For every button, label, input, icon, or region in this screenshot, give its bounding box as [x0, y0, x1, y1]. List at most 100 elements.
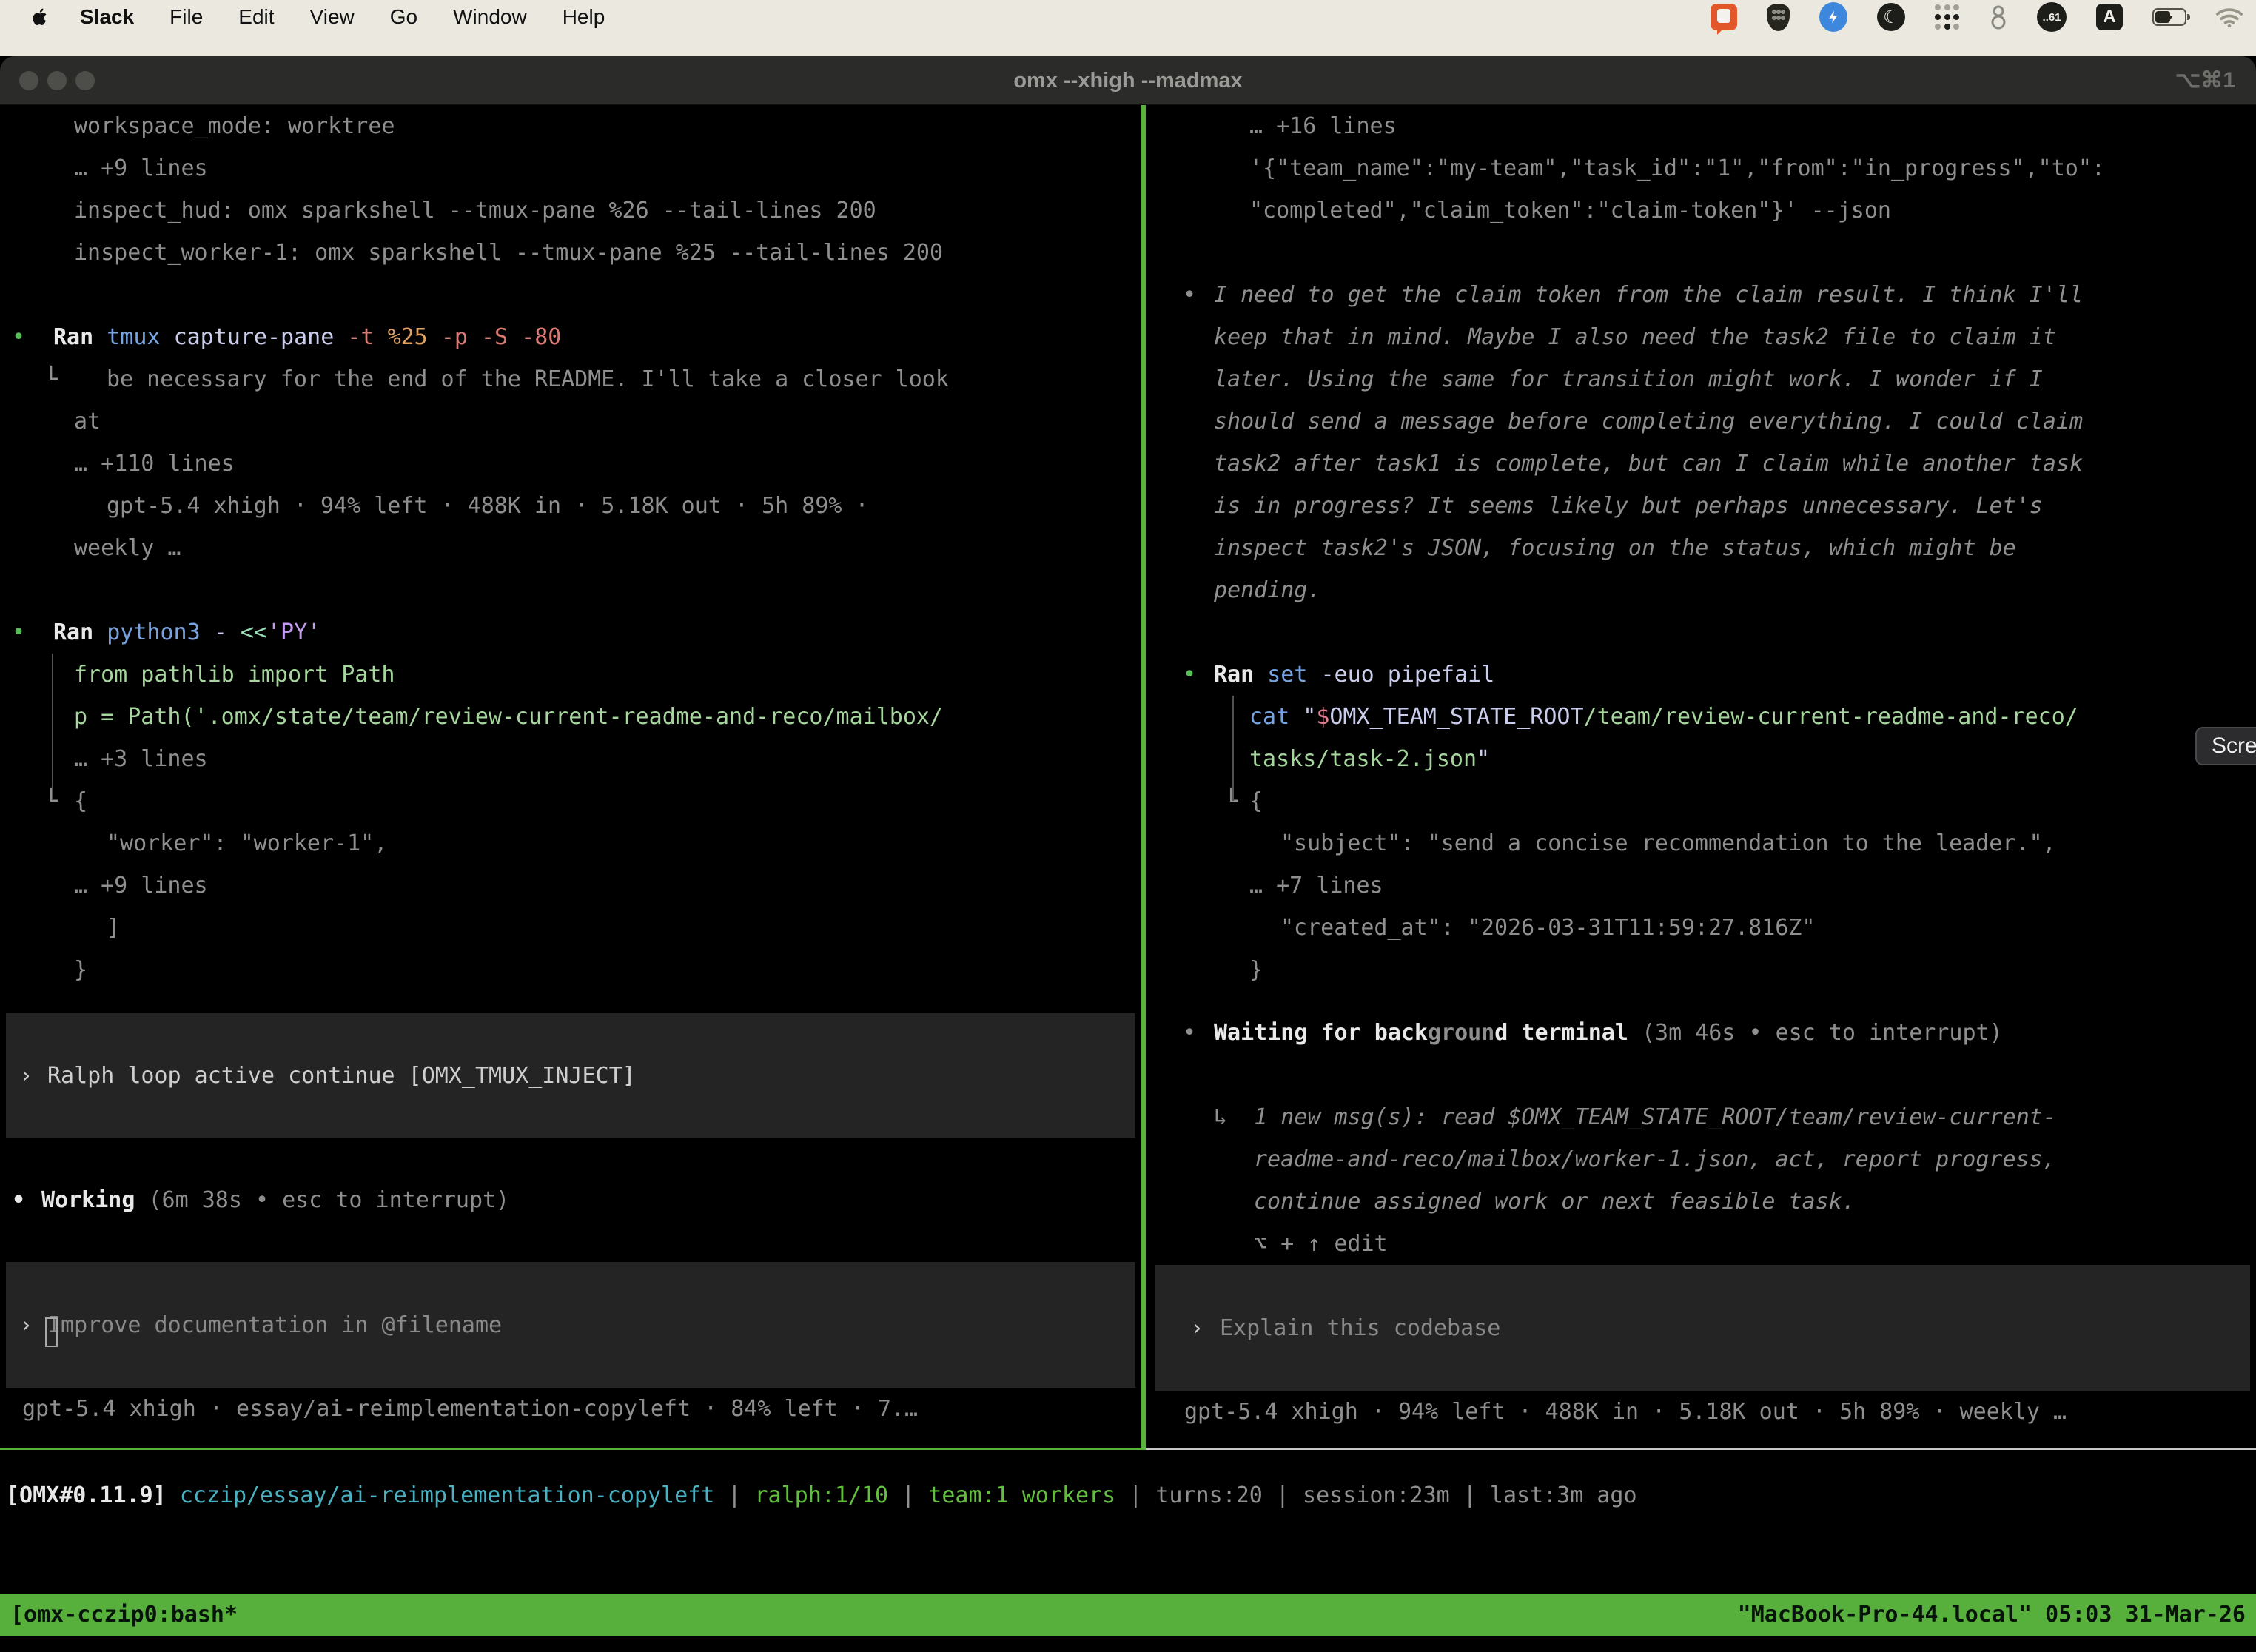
bullet-marker: •	[1183, 654, 1196, 696]
terminal-line: "completed","claim_token":"claim-token"}…	[1149, 189, 2256, 232]
output-connector-line-left	[52, 654, 53, 800]
prompt-input-right[interactable]: ›Explain this codebase	[1155, 1265, 2250, 1391]
terminal-line: "worker": "worker-1",	[0, 822, 1141, 864]
terminal-line: readme-and-reco/mailbox/worker-1.json, a…	[1149, 1138, 2256, 1181]
ralph-loop-banner: ›Ralph loop active continue [OMX_TMUX_IN…	[6, 1013, 1135, 1138]
screenshot-overlay-button[interactable]: Scre	[2195, 727, 2256, 765]
terminal-line: should send a message before completing …	[1149, 400, 2256, 443]
corner-marker: └	[44, 358, 58, 400]
battery-icon[interactable]	[2152, 8, 2186, 26]
terminal-line: └{	[0, 780, 1141, 822]
menu-app-name[interactable]: Slack	[80, 5, 134, 29]
input-placeholder: Explain this codebase	[1220, 1315, 1500, 1341]
terminal-line: … +3 lines	[0, 738, 1141, 780]
terminal-line: from pathlib import Path	[0, 654, 1141, 696]
window-title-bar[interactable]: omx --xhigh --madmax ⌥⌘1	[0, 56, 2256, 105]
menu-item-go[interactable]: Go	[390, 5, 417, 29]
terminal-line: •Waiting for background terminal (3m 46s…	[1149, 1012, 2256, 1054]
blank-line	[0, 569, 1141, 611]
terminal-line: p = Path('.omx/state/team/review-current…	[0, 696, 1141, 738]
terminal-line: "created_at": "2026-03-31T11:59:27.816Z"	[1149, 907, 2256, 949]
wifi-icon[interactable]	[2216, 7, 2243, 27]
pane-divider[interactable]	[1141, 105, 1146, 1450]
terminal-line: gpt-5.4 xhigh · essay/ai-reimplementatio…	[0, 1388, 1141, 1430]
pane-bottom-border-left	[0, 1448, 1141, 1450]
output-connector-line-right	[1232, 696, 1234, 801]
loop-icon[interactable]	[1990, 4, 2007, 30]
input-placeholder: Improve documentation in @filename	[47, 1312, 502, 1338]
terminal-line: workspace_mode: worktree	[0, 105, 1141, 147]
menu-item-view[interactable]: View	[310, 5, 355, 29]
terminal-line: … +110 lines	[0, 443, 1141, 485]
bullet-marker: •	[12, 316, 25, 358]
left-terminal-pane: workspace_mode: worktree… +9 linesinspec…	[0, 105, 1141, 1430]
terminal-line: └be necessary for the end of the README.…	[0, 358, 1141, 400]
terminal-line: … +9 lines	[0, 147, 1141, 189]
terminal-line: •I need to get the claim token from the …	[1149, 274, 2256, 316]
shield-icon[interactable]	[1767, 4, 1790, 31]
terminal-line: later. Using the same for transition mig…	[1149, 358, 2256, 400]
terminal-line: weekly …	[0, 527, 1141, 569]
terminal-line: task2 after task1 is complete, but can I…	[1149, 443, 2256, 485]
terminal-window: omx --xhigh --madmax ⌥⌘1 workspace_mode:…	[0, 56, 2256, 1652]
blank-line	[1149, 1054, 2256, 1096]
window-title: omx --xhigh --madmax	[0, 56, 2256, 105]
tmux-session-label: [omx-cczip0:bash*	[10, 1602, 238, 1628]
menu-item-help[interactable]: Help	[563, 5, 605, 29]
blank-line	[0, 274, 1141, 316]
prompt-input-left[interactable]: ›Improve documentation in @filename	[6, 1262, 1135, 1388]
terminal-line: inspect_hud: omx sparkshell --tmux-pane …	[0, 189, 1141, 232]
terminal-line: '{"team_name":"my-team","task_id":"1","f…	[1149, 147, 2256, 189]
terminal-line: }	[0, 949, 1141, 991]
moon-app-icon[interactable]: ☾	[1877, 3, 1905, 31]
dots-grid-icon[interactable]	[1935, 4, 1960, 30]
menu-item-edit[interactable]: Edit	[238, 5, 274, 29]
terminal-line: gpt-5.4 xhigh · 94% left · 488K in · 5.1…	[1149, 1391, 2256, 1433]
menu-status-icons: ☾ ..61 A	[1711, 2, 2243, 32]
terminal-line: … +16 lines	[1149, 105, 2256, 147]
terminal-line: continue assigned work or next feasible …	[1149, 1181, 2256, 1223]
terminal-line: •Ran tmux capture-pane -t %25 -p -S -80	[0, 316, 1141, 358]
terminal-line: inspect task2's JSON, focusing on the st…	[1149, 527, 2256, 569]
menu-items: File Edit View Go Window Help	[134, 5, 605, 29]
tmux-status-bar: [omx-cczip0:bash* "MacBook-Pro-44.local"…	[0, 1594, 2256, 1636]
terminal-line: ↳ 1 new msg(s): read $OMX_TEAM_STATE_ROO…	[1149, 1096, 2256, 1138]
bullet-marker: •	[1183, 274, 1196, 316]
terminal-line: is in progress? It seems likely but perh…	[1149, 485, 2256, 527]
terminal-line: pending.	[1149, 569, 2256, 611]
terminal-line: •Working (6m 38s • esc to interrupt)	[0, 1179, 1141, 1221]
terminal-line: tasks/task-2.json"	[1149, 738, 2256, 780]
menu-item-file[interactable]: File	[169, 5, 203, 29]
terminal-line: … +7 lines	[1149, 864, 2256, 907]
terminal-line: … +9 lines	[0, 864, 1141, 907]
text-cursor	[45, 1317, 58, 1347]
terminal-line: •Ran set -euo pipefail	[1149, 654, 2256, 696]
omx-status-line: [OMX#0.11.9] cczip/essay/ai-reimplementa…	[6, 1474, 1637, 1517]
terminal-line: └{	[1149, 780, 2256, 822]
corner-marker: └	[1224, 780, 1238, 822]
bullet-marker: •	[12, 611, 25, 654]
terminal-line: cat "$OMX_TEAM_STATE_ROOT/team/review-cu…	[1149, 696, 2256, 738]
terminal-line: gpt-5.4 xhigh · 94% left · 488K in · 5.1…	[0, 485, 1141, 527]
bullet-marker: •	[12, 1179, 25, 1221]
terminal-line: "subject": "send a concise recommendatio…	[1149, 822, 2256, 864]
terminal-line: ⌥ + ↑ edit	[1149, 1223, 2256, 1265]
menu-item-window[interactable]: Window	[453, 5, 527, 29]
screenshot-overlay-label: Scre	[2212, 733, 2256, 759]
terminal-line: ]	[0, 907, 1141, 949]
apple-menu-icon[interactable]	[33, 7, 49, 27]
window-shortcut-hint: ⌥⌘1	[2175, 56, 2235, 105]
chat-app-icon[interactable]	[1711, 4, 1737, 30]
input-source-icon[interactable]: A	[2096, 4, 2123, 30]
blank-half-line	[1149, 991, 2256, 1012]
bolt-app-icon[interactable]	[1819, 2, 1847, 32]
bullet-marker: •	[1183, 1012, 1196, 1054]
timer-badge-icon[interactable]: ..61	[2037, 2, 2067, 32]
terminal-line: }	[1149, 949, 2256, 991]
blank-line	[1149, 611, 2256, 654]
macos-menu-bar: Slack File Edit View Go Window Help ☾ ..61 A	[0, 0, 2256, 56]
right-terminal-pane: … +16 lines'{"team_name":"my-team","task…	[1149, 105, 2256, 1433]
terminal-line: at	[0, 400, 1141, 443]
pane-bottom-border-right	[1146, 1448, 2256, 1450]
tmux-host-clock: "MacBook-Pro-44.local" 05:03 31-Mar-26	[1738, 1602, 2246, 1628]
